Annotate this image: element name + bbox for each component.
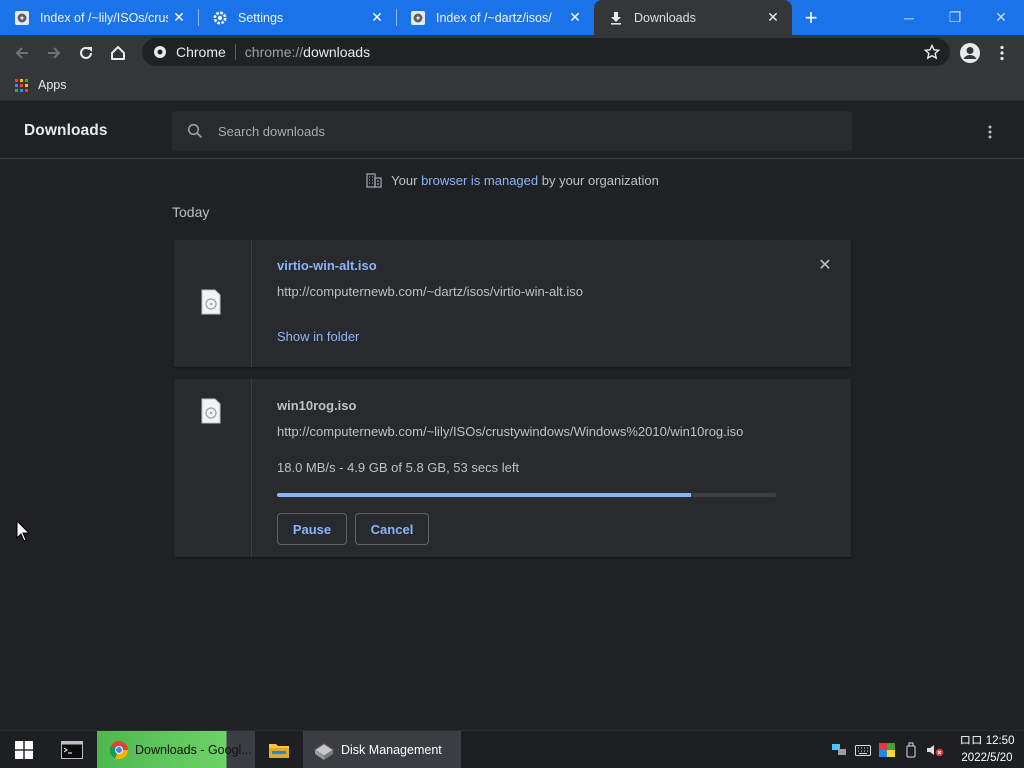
close-tab-icon[interactable]: ✕ xyxy=(564,7,586,29)
mouse-cursor-icon xyxy=(16,520,30,542)
chrome-icon xyxy=(152,44,168,60)
download-url[interactable]: http://computernewb.com/~dartz/isos/virt… xyxy=(277,284,583,299)
downloads-page: Downloads Search downloads Your browser … xyxy=(0,101,1024,730)
restore-icon[interactable]: ❐ xyxy=(932,0,978,35)
managed-prefix: Your xyxy=(391,172,422,188)
star-icon[interactable] xyxy=(923,43,941,63)
download-item: virtio-win-alt.iso http://computernewb.c… xyxy=(174,240,851,367)
gear-icon xyxy=(212,10,228,26)
tab-title: Settings xyxy=(238,10,284,25)
downloads-menu-button[interactable] xyxy=(978,120,1002,144)
bookmarks-bar: Apps xyxy=(0,70,1024,101)
volume-muted-icon[interactable] xyxy=(924,741,946,759)
taskbar-disk-management[interactable]: Disk Management xyxy=(303,731,461,768)
building-icon xyxy=(365,171,383,189)
taskbar-disk-label: Disk Management xyxy=(341,743,442,757)
cancel-button[interactable]: Cancel xyxy=(355,513,429,545)
disk-management-icon xyxy=(314,743,334,760)
search-downloads-field[interactable]: Search downloads xyxy=(172,111,852,151)
apps-grid-icon xyxy=(15,78,28,92)
chrome-logo-icon xyxy=(109,741,129,760)
omnibox-url[interactable]: chrome://downloads xyxy=(245,44,370,60)
download-item: win10rog.iso http://computernewb.com/~li… xyxy=(174,379,851,557)
show-in-folder-link[interactable]: Show in folder xyxy=(277,329,359,344)
disc-icon xyxy=(14,10,30,26)
date-header: Today xyxy=(172,204,210,220)
tab-dartz-isos[interactable]: Index of /~dartz/isos/ ✕ xyxy=(396,0,594,35)
managed-suffix: by your organization xyxy=(538,172,659,188)
clock-time: ロロ 12:50 xyxy=(959,735,1015,747)
clock-date: 2022/5/20 xyxy=(961,752,1013,764)
disc-image-file-icon xyxy=(201,398,221,424)
disc-icon xyxy=(410,10,426,26)
tab-downloads[interactable]: Downloads ✕ xyxy=(594,0,792,35)
tab-title: Downloads xyxy=(634,10,696,25)
minimize-icon[interactable]: ─ xyxy=(886,0,932,35)
more-vert-icon xyxy=(1000,45,1004,61)
close-tab-icon[interactable]: ✕ xyxy=(366,7,388,29)
url-scheme: chrome:// xyxy=(244,44,304,60)
close-tab-icon[interactable]: ✕ xyxy=(762,7,784,29)
page-title: Downloads xyxy=(24,122,108,139)
avatar-icon xyxy=(960,43,980,63)
download-status: 18.0 MB/s - 4.9 GB of 5.8 GB, 53 secs le… xyxy=(277,460,520,475)
disc-image-file-icon xyxy=(201,289,221,315)
terminal-icon xyxy=(61,741,83,759)
apps-shortcut[interactable]: Apps xyxy=(38,78,67,92)
download-icon xyxy=(608,10,624,26)
tab-strip: Index of /~lily/ISOs/crusty ✕ Settings ✕… xyxy=(0,0,1024,35)
download-filename[interactable]: win10rog.iso xyxy=(277,398,356,413)
address-bar[interactable]: Chrome chrome://downloads xyxy=(142,38,950,66)
browser-toolbar: Chrome chrome://downloads xyxy=(0,35,1024,70)
download-progress-fill xyxy=(277,493,692,497)
taskbar-chrome-label: Downloads - Googl... xyxy=(135,743,252,757)
back-button[interactable] xyxy=(8,39,36,67)
start-button[interactable] xyxy=(0,731,48,768)
download-icon-column xyxy=(174,379,252,557)
download-progress-bar xyxy=(277,493,776,497)
usb-drive-icon[interactable] xyxy=(900,741,922,759)
close-window-icon[interactable]: ✕ xyxy=(978,0,1024,35)
windows-logo-icon xyxy=(15,741,33,759)
search-icon xyxy=(186,122,204,140)
search-placeholder: Search downloads xyxy=(218,123,325,139)
arrow-left-icon xyxy=(15,47,28,59)
managed-link[interactable]: browser is managed xyxy=(421,173,538,188)
arrow-right-icon xyxy=(48,47,61,59)
tab-title: Index of /~dartz/isos/ xyxy=(436,10,552,25)
tab-lily-isos[interactable]: Index of /~lily/ISOs/crusty ✕ xyxy=(0,0,198,35)
remove-download-icon[interactable]: ✕ xyxy=(815,255,835,275)
managed-notice: Your browser is managed by your organiza… xyxy=(0,171,1024,189)
taskbar: Downloads - Googl... Disk Management ロロ … xyxy=(0,730,1024,768)
folder-icon xyxy=(269,744,289,758)
close-tab-icon[interactable]: ✕ xyxy=(168,7,190,29)
downloads-header: Downloads Search downloads xyxy=(0,101,1024,159)
home-button[interactable] xyxy=(104,39,132,67)
taskbar-file-explorer[interactable] xyxy=(258,731,300,768)
omnibox-divider xyxy=(234,44,236,60)
pause-button[interactable]: Pause xyxy=(277,513,347,545)
taskbar-chrome[interactable]: Downloads - Googl... xyxy=(97,731,255,768)
home-icon xyxy=(111,46,125,60)
tab-settings[interactable]: Settings ✕ xyxy=(198,0,396,35)
new-tab-button[interactable]: + xyxy=(792,0,830,35)
forward-button[interactable] xyxy=(40,39,68,67)
system-tray: ロロ 12:50 2022/5/20 xyxy=(828,731,1024,768)
color-profile-icon[interactable] xyxy=(876,741,898,759)
system-clock[interactable]: ロロ 12:50 2022/5/20 xyxy=(952,733,1022,767)
download-icon-column xyxy=(174,240,252,367)
browser-menu-button[interactable] xyxy=(988,39,1016,67)
omnibox-chip: Chrome xyxy=(176,44,226,60)
network-icon[interactable] xyxy=(828,741,850,759)
keyboard-icon[interactable] xyxy=(852,741,874,759)
download-filename[interactable]: virtio-win-alt.iso xyxy=(277,258,377,273)
url-path: downloads xyxy=(303,44,371,60)
reload-icon xyxy=(80,46,92,59)
reload-button[interactable] xyxy=(72,39,100,67)
profile-button[interactable] xyxy=(956,39,984,67)
more-vert-icon xyxy=(988,125,992,139)
tab-title: Index of /~lily/ISOs/crusty xyxy=(40,10,168,25)
taskbar-terminal[interactable] xyxy=(50,731,94,768)
download-url[interactable]: http://computernewb.com/~lily/ISOs/crust… xyxy=(277,424,743,439)
